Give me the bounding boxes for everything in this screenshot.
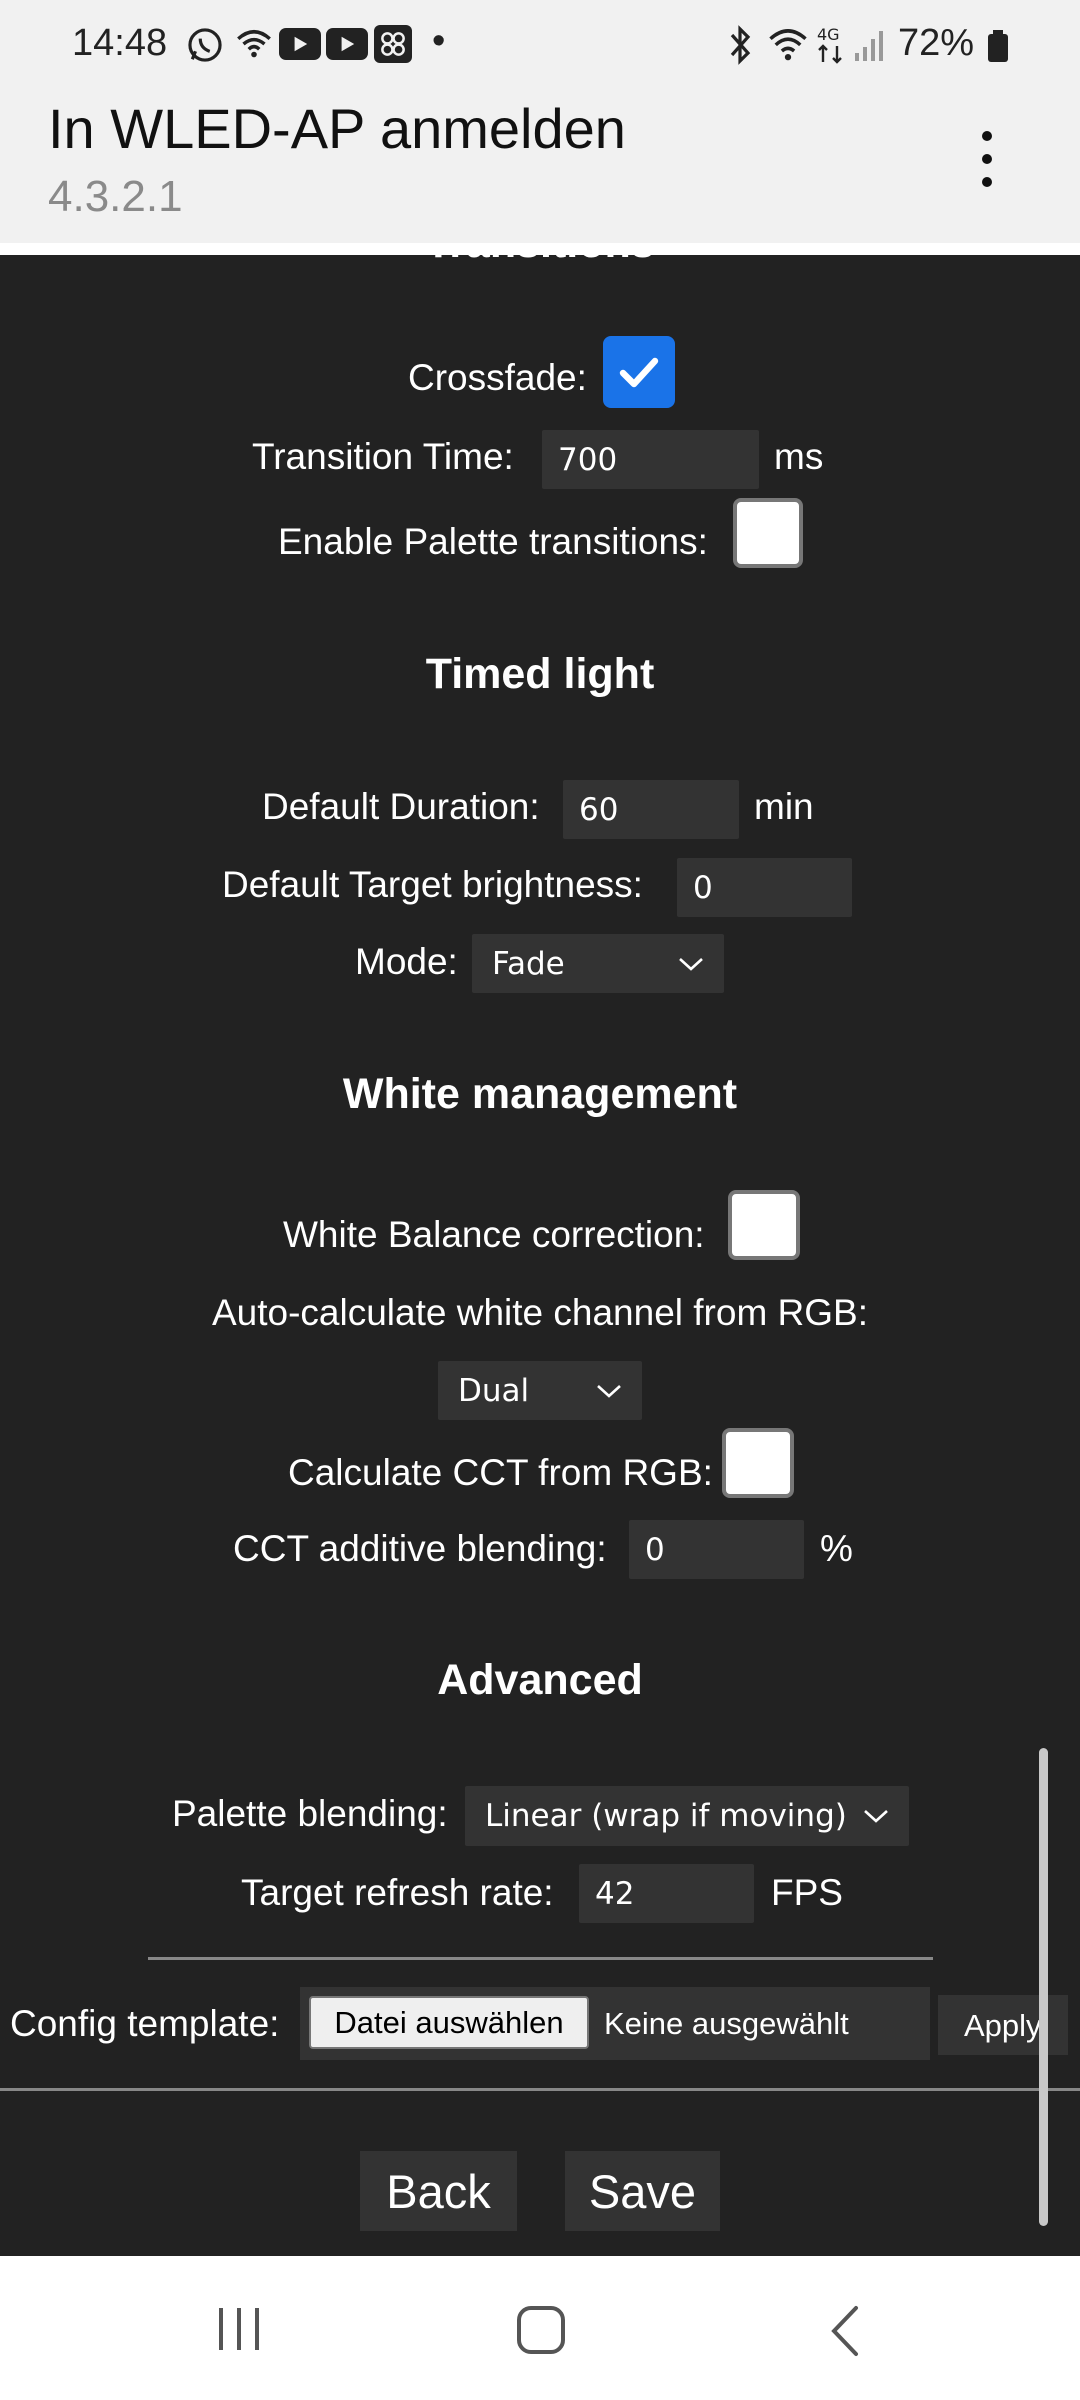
- cct-blending-unit: %: [820, 1528, 853, 1569]
- calc-cct-label: Calculate CCT from RGB:: [288, 1452, 713, 1493]
- page-subtitle: 4.3.2.1: [48, 172, 183, 221]
- target-brightness-input[interactable]: 0: [677, 858, 852, 917]
- scrollbar-thumb[interactable]: [1039, 1748, 1048, 2226]
- chevron-down-icon: [864, 1810, 888, 1823]
- wifi-icon: [766, 22, 810, 66]
- chevron-down-icon: [679, 957, 703, 971]
- refresh-rate-input[interactable]: 42: [579, 1864, 754, 1923]
- svg-text:4G: 4G: [817, 25, 840, 44]
- 4g-icon: 4G: [814, 24, 848, 64]
- youtube-icon: [326, 28, 368, 60]
- checkmark-icon: [619, 357, 659, 388]
- palette-blending-select-value: Linear (wrap if moving): [485, 1798, 847, 1834]
- chevron-down-icon: [597, 1384, 621, 1398]
- mode-select[interactable]: Fade: [472, 934, 724, 993]
- page-title: In WLED-AP anmelden: [48, 97, 626, 160]
- battery-percent: 72%: [898, 22, 975, 64]
- wifi-call-icon: [232, 22, 276, 66]
- save-button[interactable]: Save: [565, 2151, 720, 2231]
- signal-icon: [852, 26, 886, 64]
- mode-select-value: Fade: [492, 945, 565, 982]
- calc-cct-checkbox[interactable]: [722, 1428, 794, 1498]
- palette-blending-select[interactable]: Linear (wrap if moving): [465, 1786, 909, 1846]
- status-dot: •: [432, 20, 446, 62]
- transitions-heading: Transitions: [0, 255, 1080, 267]
- transition-time-unit: ms: [774, 436, 824, 477]
- palette-transitions-checkbox[interactable]: [733, 498, 803, 568]
- home-icon[interactable]: [515, 2304, 567, 2356]
- wb-correction-checkbox[interactable]: [728, 1190, 800, 1260]
- whatsapp-icon: [184, 24, 226, 66]
- transition-time-input[interactable]: 700: [542, 430, 759, 489]
- crossfade-checkbox[interactable]: [603, 336, 675, 408]
- palette-blending-label: Palette blending:: [172, 1793, 448, 1834]
- apply-button[interactable]: Apply: [938, 1995, 1068, 2055]
- more-vert-icon[interactable]: [970, 126, 1004, 192]
- crossfade-label: Crossfade:: [408, 357, 587, 398]
- choose-file-button[interactable]: Datei auswählen: [309, 1996, 589, 2049]
- refresh-rate-label: Target refresh rate:: [241, 1872, 554, 1913]
- wb-correction-label: White Balance correction:: [283, 1214, 705, 1255]
- timed-light-heading: Timed light: [425, 650, 655, 698]
- auto-white-label: Auto-calculate white channel from RGB:: [211, 1292, 869, 1333]
- default-duration-label: Default Duration:: [262, 786, 540, 827]
- battery-icon: [988, 30, 1008, 62]
- mode-label: Mode:: [355, 941, 458, 982]
- default-duration-unit: min: [754, 786, 814, 827]
- app-grid-icon: [374, 25, 412, 63]
- recent-apps-icon[interactable]: [214, 2306, 264, 2352]
- config-divider: [0, 2088, 1080, 2091]
- back-button[interactable]: Back: [360, 2151, 517, 2231]
- status-time: 14:48: [72, 22, 168, 64]
- transitions-heading-clip: Transitions: [0, 255, 1080, 267]
- back-icon[interactable]: [826, 2304, 862, 2358]
- white-management-heading: White management: [342, 1070, 738, 1118]
- default-duration-input[interactable]: 60: [563, 780, 739, 839]
- auto-white-select[interactable]: Dual: [438, 1361, 642, 1420]
- refresh-rate-unit: FPS: [771, 1872, 843, 1913]
- cct-blending-label: CCT additive blending:: [233, 1528, 607, 1569]
- apply-button-label: Apply: [964, 2008, 1042, 2043]
- section-divider: [148, 1957, 933, 1960]
- target-brightness-label: Default Target brightness:: [222, 864, 643, 905]
- youtube-icon: [279, 28, 321, 60]
- transition-time-label: Transition Time:: [252, 436, 514, 477]
- auto-white-select-value: Dual: [458, 1372, 530, 1409]
- advanced-heading: Advanced: [437, 1656, 643, 1704]
- palette-transitions-label: Enable Palette transitions:: [278, 521, 708, 562]
- no-file-text: Keine ausgewählt: [604, 2006, 849, 2041]
- bluetooth-icon: [720, 24, 760, 66]
- config-template-label: Config template:: [10, 2003, 280, 2044]
- cct-blending-input[interactable]: 0: [629, 1520, 804, 1579]
- header-divider: [0, 243, 1080, 255]
